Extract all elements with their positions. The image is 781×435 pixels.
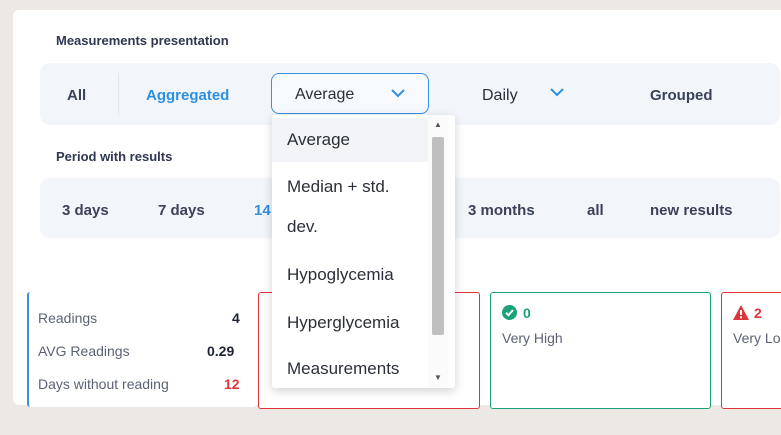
avg-readings-label: AVG Readings <box>38 343 130 359</box>
dropdown-option-measurements[interactable]: Measurements <box>272 347 437 391</box>
period-3-months[interactable]: 3 months <box>468 202 535 219</box>
divider <box>118 73 119 115</box>
scroll-down-icon[interactable]: ▼ <box>434 373 442 382</box>
very-high-card: 0 Very High <box>490 292 711 409</box>
very-low-count: 2 <box>754 305 762 321</box>
period-14-days[interactable]: 14 <box>254 202 271 219</box>
readings-value: 4 <box>232 310 240 326</box>
period-7-days[interactable]: 7 days <box>158 202 205 219</box>
check-circle-icon <box>502 305 517 320</box>
dropdown-option-average[interactable]: Average <box>272 118 437 162</box>
days-without-reading-label: Days without reading <box>38 376 169 392</box>
avg-readings-value: 0.29 <box>207 343 235 359</box>
very-high-count: 0 <box>523 305 531 321</box>
warning-icon <box>733 305 749 320</box>
readings-summary-card: Readings 4 AVG Readings 0.29 Days withou… <box>27 292 256 407</box>
period-all[interactable]: all <box>587 202 604 219</box>
method-select[interactable]: Average <box>271 73 429 114</box>
very-low-card: 2 Very Lo <box>721 292 781 409</box>
very-high-label: Very High <box>502 330 563 346</box>
presentation-aggregated[interactable]: Aggregated <box>146 87 229 104</box>
chevron-up-icon <box>391 89 405 98</box>
dropdown-option-hypoglycemia[interactable]: Hypoglycemia <box>272 253 437 297</box>
chevron-down-icon <box>550 88 564 97</box>
dropdown-option-median-line1[interactable]: Median + std. <box>272 167 437 207</box>
period-new-results[interactable]: new results <box>650 202 733 219</box>
presentation-all[interactable]: All <box>67 87 86 104</box>
scroll-up-icon[interactable]: ▲ <box>434 120 442 129</box>
period-3-days[interactable]: 3 days <box>62 202 109 219</box>
presentation-title: Measurements presentation <box>56 33 229 48</box>
presentation-grouped[interactable]: Grouped <box>650 87 713 104</box>
method-dropdown-menu: Average Median + std. dev. Hypoglycemia … <box>272 115 455 388</box>
days-without-reading-value: 12 <box>224 376 240 392</box>
dropdown-scrollbar-thumb[interactable] <box>432 137 444 335</box>
frequency-select-value: Daily <box>482 87 518 104</box>
period-title: Period with results <box>56 149 173 164</box>
readings-label: Readings <box>38 310 98 326</box>
very-low-label: Very Lo <box>733 330 781 346</box>
dropdown-option-hyperglycemia[interactable]: Hyperglycemia <box>272 301 437 345</box>
method-select-value: Average <box>295 86 355 103</box>
dropdown-option-median-line2[interactable]: dev. <box>272 207 437 247</box>
